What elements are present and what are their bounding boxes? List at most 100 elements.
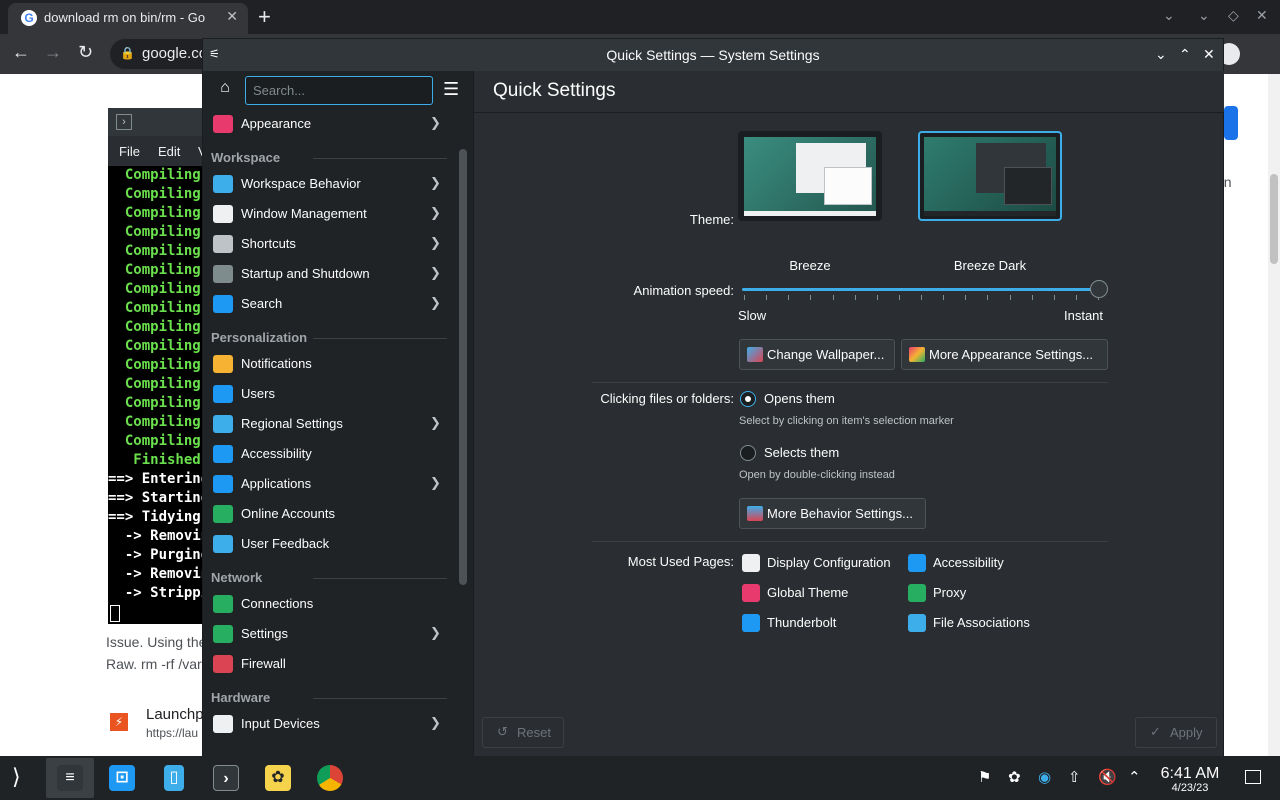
sidebar-item-connections[interactable]: Connections [203,589,453,619]
reset-button[interactable]: ↺ Reset [482,717,564,748]
sidebar-item-shortcuts[interactable]: Shortcuts ❯ [203,229,453,259]
maximize-icon[interactable]: ◇ [1228,7,1239,24]
most-used-label: Display Configuration [767,555,891,570]
sidebar-search-input[interactable]: Search... [245,76,433,105]
startup-icon [213,265,233,283]
slider-tick [1053,295,1055,300]
theme-breeze-card[interactable] [738,131,882,221]
sidebar-item-firewall[interactable]: Firewall [203,649,453,679]
notifications-tray-icon[interactable]: ⚑ [978,768,991,786]
clock-time[interactable]: 6:41 AM [1150,765,1230,783]
konsole-titlebar: › [108,108,208,136]
menu-edit[interactable]: Edit [158,144,180,159]
network-tray-icon[interactable]: ◉ [1038,768,1051,786]
updates-tray-icon[interactable]: ⇧ [1068,768,1081,786]
sidebar-item-notifications[interactable]: Notifications [203,349,453,379]
workspace-behavior-icon [213,175,233,193]
maximize-icon[interactable]: ⌃ [1179,46,1191,63]
chevron-right-icon: ❯ [430,265,441,280]
taskbar-konsole[interactable]: › [202,758,250,798]
theme-breeze-dark-card[interactable] [918,131,1062,221]
appearance-icon [213,115,233,133]
terminal-line: -> Removin [108,528,208,544]
terminal-line: Compiling [108,433,201,449]
hamburger-menu-icon[interactable]: ☰ [443,79,459,100]
sidebar-item-applications[interactable]: Applications ❯ [203,469,453,499]
sidebar-item-user-feedback[interactable]: User Feedback [203,529,453,559]
most-used-label: File Associations [933,615,1030,630]
sidebar-item-online-accounts[interactable]: Online Accounts [203,499,453,529]
taskbar-dolphin[interactable]: ▯ [150,758,198,798]
sidebar-item-accessibility[interactable]: Accessibility [203,439,453,469]
slider-tick [876,295,878,300]
volume-muted-icon[interactable]: 🔇 [1098,768,1117,786]
animation-speed-track[interactable] [742,288,1100,291]
reload-icon[interactable]: ↻ [78,42,93,63]
animation-speed-handle[interactable] [1090,280,1108,298]
terminal-line: Compiling [108,319,201,335]
slider-tick [810,295,812,300]
close-icon[interactable]: ✕ [1203,46,1215,63]
sidebar-category-label: Personalization [211,330,308,345]
sidebar-item-settings[interactable]: Settings ❯ [203,619,453,649]
forward-icon[interactable]: → [44,42,62,63]
terminal-line: -> Strippi [108,585,208,601]
taskbar-system-settings[interactable]: ≡ [46,758,94,798]
clock-date[interactable]: 4/23/23 [1150,782,1230,794]
clicking-files-label: Clicking files or folders: [600,391,734,406]
show-desktop-icon[interactable] [1245,770,1261,784]
taskbar-discover[interactable]: ⊡ [98,758,146,798]
page-scrollbar[interactable] [1268,74,1280,756]
opens-them-radio[interactable] [740,391,756,407]
apply-button[interactable]: ✓ Apply [1135,717,1217,748]
tray-expand-icon[interactable]: ⌃ [1128,768,1141,786]
sidebar-item-startup-and-shutdown[interactable]: Startup and Shutdown ❯ [203,259,453,289]
network-settings-icon [213,625,233,643]
new-tab-button[interactable]: + [258,4,271,30]
application-launcher-icon[interactable]: ⟩ [12,764,21,790]
thunderbolt-icon [742,614,760,632]
taskbar-chrome[interactable] [306,758,354,798]
result-url[interactable]: https://lau [146,726,198,740]
chevron-right-icon: ❯ [430,115,441,130]
sidebar-item-workspace-behavior[interactable]: Workspace Behavior ❯ [203,169,453,199]
tab-close-icon[interactable]: ✕ [226,8,238,25]
sidebar-item-regional-settings[interactable]: Regional Settings ❯ [203,409,453,439]
appearance-icon [909,347,925,362]
chrome-icon [317,765,343,791]
minimize-icon[interactable]: ⌄ [1155,46,1167,63]
sidebar-scrollbar[interactable] [459,149,467,585]
home-icon[interactable]: ⌂ [213,79,237,101]
browser-tab[interactable]: G download rm on bin/rm - Go ✕ [8,3,248,34]
theme-breeze-label: Breeze [789,258,831,273]
sidebar-item-label: Startup and Shutdown [241,266,370,281]
browser-tab-bar: G download rm on bin/rm - Go ✕ + ⌄ ⌄ ◇ ✕ [0,0,1280,34]
more-appearance-settings-button[interactable]: More Appearance Settings... [901,339,1108,370]
back-icon[interactable]: ← [12,42,30,63]
system-settings-icon: ≡ [57,765,83,791]
taskbar-bee-app[interactable]: ✿ [254,758,302,798]
terminal-line: Compiling [108,376,201,392]
selects-them-radio[interactable] [740,445,756,461]
sidebar-item-users[interactable]: Users [203,379,453,409]
sidebar-item-search[interactable]: Search ❯ [203,289,453,319]
minimize-icon[interactable]: ⌄ [1198,7,1210,24]
bee-tray-icon[interactable]: ✿ [1008,768,1021,786]
sidebar-item-input-devices[interactable]: Input Devices ❯ [203,709,453,739]
sidebar-item-label: Applications [241,476,312,491]
terminal-line: Compiling [108,395,201,411]
tab-search-icon[interactable]: ⌄ [1163,7,1175,24]
chevron-right-icon: ❯ [430,715,441,730]
chevron-right-icon: ❯ [430,415,441,430]
konsole-menubar: File Edit V [108,136,208,166]
opens-them-label[interactable]: Opens them [764,391,835,406]
search-button[interactable] [1224,106,1238,140]
change-wallpaper-button[interactable]: Change Wallpaper... [739,339,895,370]
selects-them-label[interactable]: Selects them [764,445,839,460]
menu-file[interactable]: File [119,144,140,159]
sidebar-item-window-management[interactable]: Window Management ❯ [203,199,453,229]
google-favicon-icon: G [21,10,37,26]
sidebar-item-appearance[interactable]: Appearance ❯ [203,109,453,139]
more-behavior-settings-button[interactable]: More Behavior Settings... [739,498,926,529]
close-icon[interactable]: ✕ [1256,7,1268,24]
